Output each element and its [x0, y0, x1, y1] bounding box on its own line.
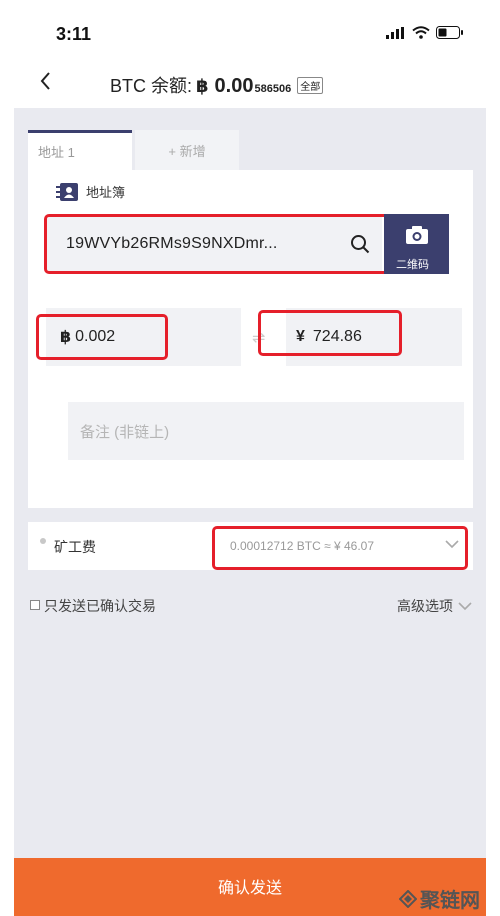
back-button[interactable]	[38, 70, 52, 99]
tab-address-1[interactable]: 地址 1	[28, 130, 132, 170]
status-bar: 3:11	[14, 0, 486, 62]
cny-amount-input[interactable]: ¥ 724.86	[286, 308, 462, 366]
confirmed-only-label[interactable]: 只发送已确认交易	[44, 596, 156, 616]
watermark-logo-icon	[399, 889, 417, 908]
tab-add-address[interactable]: + 新增	[135, 130, 239, 170]
status-icons	[386, 26, 464, 39]
balance-label: BTC 余额:	[110, 76, 193, 96]
scan-qr-button[interactable]: 二维码	[384, 214, 449, 274]
options-row: 只发送已确认交易 高级选项	[28, 596, 473, 618]
advanced-options-toggle[interactable]: 高级选项	[397, 596, 473, 616]
search-icon[interactable]	[350, 234, 370, 254]
btc-symbol: ฿	[60, 329, 72, 346]
wifi-icon	[412, 26, 430, 39]
miner-fee-row[interactable]: 矿工费 0.00012712 BTC ≈ ¥ 46.07	[28, 522, 473, 570]
send-form-card: 地址簿 19WVYb26RMs9S9NXDmr... 二维码 ฿ 0.002 ⇌	[28, 170, 473, 508]
status-time: 3:11	[56, 24, 92, 44]
battery-icon	[436, 26, 463, 39]
swap-icon[interactable]: ⇌	[252, 328, 265, 348]
cny-symbol: ¥	[296, 328, 305, 345]
recipient-address-input[interactable]: 19WVYb26RMs9S9NXDmr...	[46, 216, 382, 272]
watermark: 聚链网	[399, 884, 480, 913]
chevron-down-icon[interactable]	[444, 536, 460, 552]
recipient-address-value: 19WVYb26RMs9S9NXDmr...	[66, 235, 278, 252]
address-book-icon	[56, 182, 78, 201]
balance-title: BTC 余额: ฿ 0.00 586506 全部	[110, 72, 324, 98]
fee-label: 矿工费	[54, 539, 96, 555]
fee-dot-icon	[40, 538, 46, 544]
fee-value: 0.00012712 BTC ≈ ¥ 46.07	[230, 539, 375, 553]
btc-amount-value: 0.002	[75, 328, 116, 345]
advanced-options-label: 高级选项	[397, 598, 453, 614]
signal-icon	[386, 26, 404, 39]
qr-label: 二维码	[396, 259, 429, 271]
nav-bar: BTC 余额: ฿ 0.00 586506 全部	[14, 62, 486, 108]
balance-main: 0.00	[214, 75, 254, 97]
bitcoin-icon: ฿	[196, 76, 209, 96]
address-tabs: 地址 1 + 新增	[28, 130, 239, 170]
memo-input[interactable]: 备注 (非链上)	[68, 402, 464, 460]
balance-small-digits: 586506	[254, 83, 292, 95]
chevron-left-icon	[40, 72, 50, 90]
confirmed-only-checkbox[interactable]	[30, 600, 40, 610]
send-all-button[interactable]: 全部	[297, 76, 324, 94]
address-book-label: 地址簿	[86, 185, 126, 200]
watermark-text: 聚链网	[420, 888, 480, 912]
phone-screen: 3:11 BTC 余额: ฿ 0.00 586506 全部 地址 1 + 新增 …	[14, 0, 486, 916]
cny-amount-value: 724.86	[312, 328, 362, 345]
address-book-link[interactable]: 地址簿	[56, 182, 125, 201]
btc-amount-input[interactable]: ฿ 0.002	[46, 308, 241, 366]
camera-icon	[406, 226, 428, 244]
chevron-down-icon	[458, 602, 472, 611]
